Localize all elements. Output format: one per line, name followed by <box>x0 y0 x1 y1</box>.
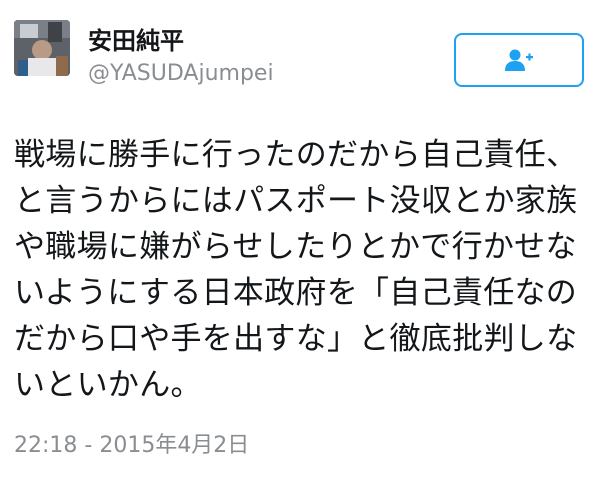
profile-photo-icon <box>14 20 70 76</box>
display-name[interactable]: 安田純平 <box>88 26 274 56</box>
tweet-timestamp[interactable]: 22:18 - 2015年4月2日 <box>14 432 249 460</box>
add-person-icon <box>505 49 533 71</box>
follow-button[interactable] <box>454 33 584 87</box>
user-handle[interactable]: @YASUDAjumpei <box>88 60 274 88</box>
tweet-card: 安田純平 @YASUDAjumpei 戦場に勝手に行ったのだから自己責任、と言う… <box>0 0 600 493</box>
avatar[interactable] <box>14 20 70 76</box>
tweet-text: 戦場に勝手に行ったのだから自己責任、と言うからにはパスポート没収とか家族や職場に… <box>14 137 578 403</box>
user-info: 安田純平 @YASUDAjumpei <box>88 26 274 88</box>
